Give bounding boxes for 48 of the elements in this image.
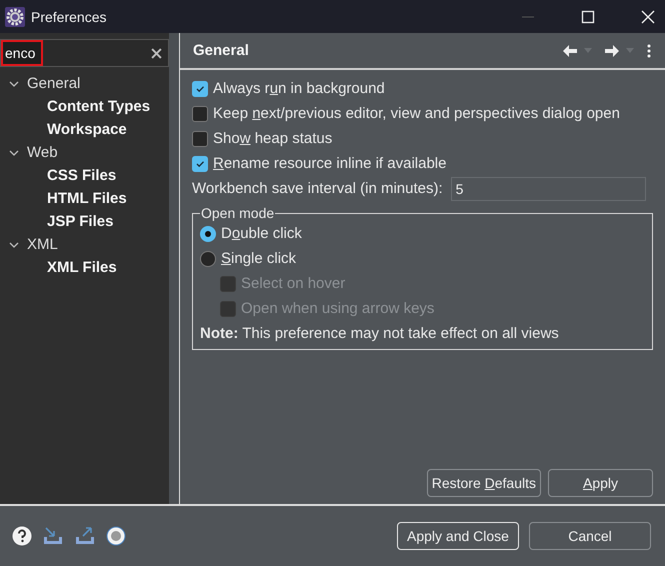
checkbox-label[interactable]: Keep next/previous editor, view and perspectives dialog open <box>213 105 620 122</box>
record-icon[interactable] <box>106 526 126 546</box>
tree-item[interactable]: Workspace <box>47 121 127 138</box>
checkbox[interactable] <box>192 106 208 122</box>
back-arrow-icon[interactable] <box>563 44 577 56</box>
maximize-icon[interactable] <box>581 10 595 24</box>
forward-arrow-icon[interactable] <box>605 44 619 56</box>
checkbox[interactable] <box>192 130 208 146</box>
checkbox-label[interactable]: Always run in background <box>213 80 385 97</box>
gear-icon <box>5 6 25 26</box>
checkmark-icon <box>195 84 205 94</box>
tree-item[interactable]: JSP Files <box>47 213 114 230</box>
export-icon[interactable] <box>74 526 96 546</box>
tree-item[interactable]: CSS Files <box>47 167 116 184</box>
field-label: Workbench save interval (in minutes): <box>192 180 443 197</box>
checkbox-label[interactable]: Rename resource inline if available <box>213 155 446 172</box>
chevron-icon[interactable] <box>9 78 19 88</box>
group-title: Open mode <box>200 205 276 221</box>
tree-item[interactable]: XML Files <box>47 259 117 276</box>
checkmark-icon <box>195 158 205 168</box>
cancel-button[interactable]: Cancel <box>529 522 651 550</box>
radio-label[interactable]: Double click <box>221 225 302 242</box>
radio-button[interactable] <box>200 226 216 242</box>
help-icon[interactable] <box>12 526 32 546</box>
radio-label[interactable]: Single click <box>221 250 296 267</box>
apply-and-close-button[interactable]: Apply and Close <box>397 522 519 550</box>
window-title: Preferences <box>31 8 106 24</box>
tree-item[interactable]: HTML Files <box>47 190 127 207</box>
interval-field[interactable]: 5 <box>450 176 646 200</box>
chevron-icon[interactable] <box>9 240 19 250</box>
radio-button[interactable] <box>200 250 216 266</box>
tree-item[interactable]: Web <box>27 144 58 161</box>
tree-item[interactable]: General <box>27 75 80 92</box>
more-menu-icon[interactable] <box>647 44 651 58</box>
filter-field[interactable]: enco <box>1 40 43 66</box>
import-icon[interactable] <box>42 526 64 546</box>
chevron-icon[interactable] <box>9 148 19 158</box>
apply-button[interactable]: Apply <box>548 469 653 497</box>
clear-icon[interactable] <box>151 48 162 58</box>
close-icon[interactable] <box>641 10 655 24</box>
tree-item[interactable]: XML <box>27 236 58 253</box>
checkbox[interactable] <box>192 156 208 172</box>
note-text: Note: This preference may not take effect on all views <box>200 325 559 342</box>
page-title: General <box>193 42 249 59</box>
checkbox-label[interactable]: Show heap status <box>213 130 332 147</box>
checkbox[interactable] <box>192 80 208 96</box>
restore-defaults-button[interactable]: Restore Defaults <box>426 469 541 497</box>
tree-item[interactable]: Content Types <box>47 98 150 115</box>
